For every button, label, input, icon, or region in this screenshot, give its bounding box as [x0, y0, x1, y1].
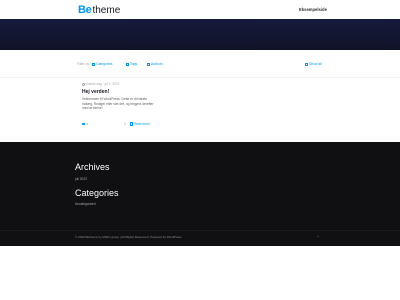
tag-icon: [126, 62, 129, 66]
post-excerpt: Velkommen til WordPress. Dette er dit fø…: [82, 97, 154, 111]
read-more-label: Read more: [133, 122, 150, 126]
filter-categories-label: Categories: [96, 62, 113, 66]
logo-be: Be: [78, 4, 92, 16]
post-meta: Kasnik dag · jul 9, 2023: [82, 82, 119, 86]
clock-icon: [82, 82, 85, 86]
top-bar: Be theme Eksempelside: [0, 0, 400, 19]
hero-banner: [0, 19, 400, 50]
grid-icon: [305, 62, 308, 66]
post-title[interactable]: Hej verden!: [82, 89, 109, 95]
nav-link-sample-page[interactable]: Eksempelside: [299, 7, 327, 12]
back-to-top-button[interactable]: ^: [317, 234, 319, 239]
show-all-link[interactable]: Show all: [305, 62, 322, 66]
document-icon: [130, 122, 133, 126]
logo-theme: theme: [92, 5, 121, 16]
filter-tags[interactable]: Tags: [126, 62, 137, 66]
filter-authors[interactable]: Authors: [147, 62, 163, 66]
filter-by-label: Filter by: [77, 62, 90, 66]
read-more-link[interactable]: Read more: [130, 122, 150, 126]
post-meta-text: Kasnik dag · jul 9, 2023: [86, 82, 120, 86]
categories-title: Categories: [75, 188, 119, 198]
site-footer: Archives juli 2023 Categories Uncategori…: [0, 142, 400, 246]
likes-count: 0: [124, 122, 126, 126]
show-all-label: Show all: [309, 62, 322, 66]
filters-bar: Filter by Categories Tags Authors Show a…: [0, 50, 400, 78]
comment-icon: [82, 122, 86, 126]
footer-divider: [0, 230, 400, 231]
categories-link[interactable]: Uncategorized: [75, 202, 96, 206]
filter-authors-label: Authors: [151, 62, 163, 66]
filter-tags-label: Tags: [130, 62, 138, 66]
copyright-text: © 2023 Betheme by Muffin group | All Rig…: [75, 235, 182, 239]
folder-icon: [92, 62, 95, 66]
comments-link[interactable]: 1: [82, 122, 88, 126]
archives-link[interactable]: juli 2023: [75, 177, 87, 181]
filters-divider: [0, 77, 400, 78]
site-logo[interactable]: Be theme: [78, 4, 120, 16]
post-footer: 1 0 ♡ Read more: [82, 122, 156, 127]
comments-count: 1: [86, 122, 89, 126]
user-icon: [147, 62, 150, 66]
filter-categories[interactable]: Categories: [92, 62, 112, 66]
archives-title: Archives: [75, 162, 110, 172]
